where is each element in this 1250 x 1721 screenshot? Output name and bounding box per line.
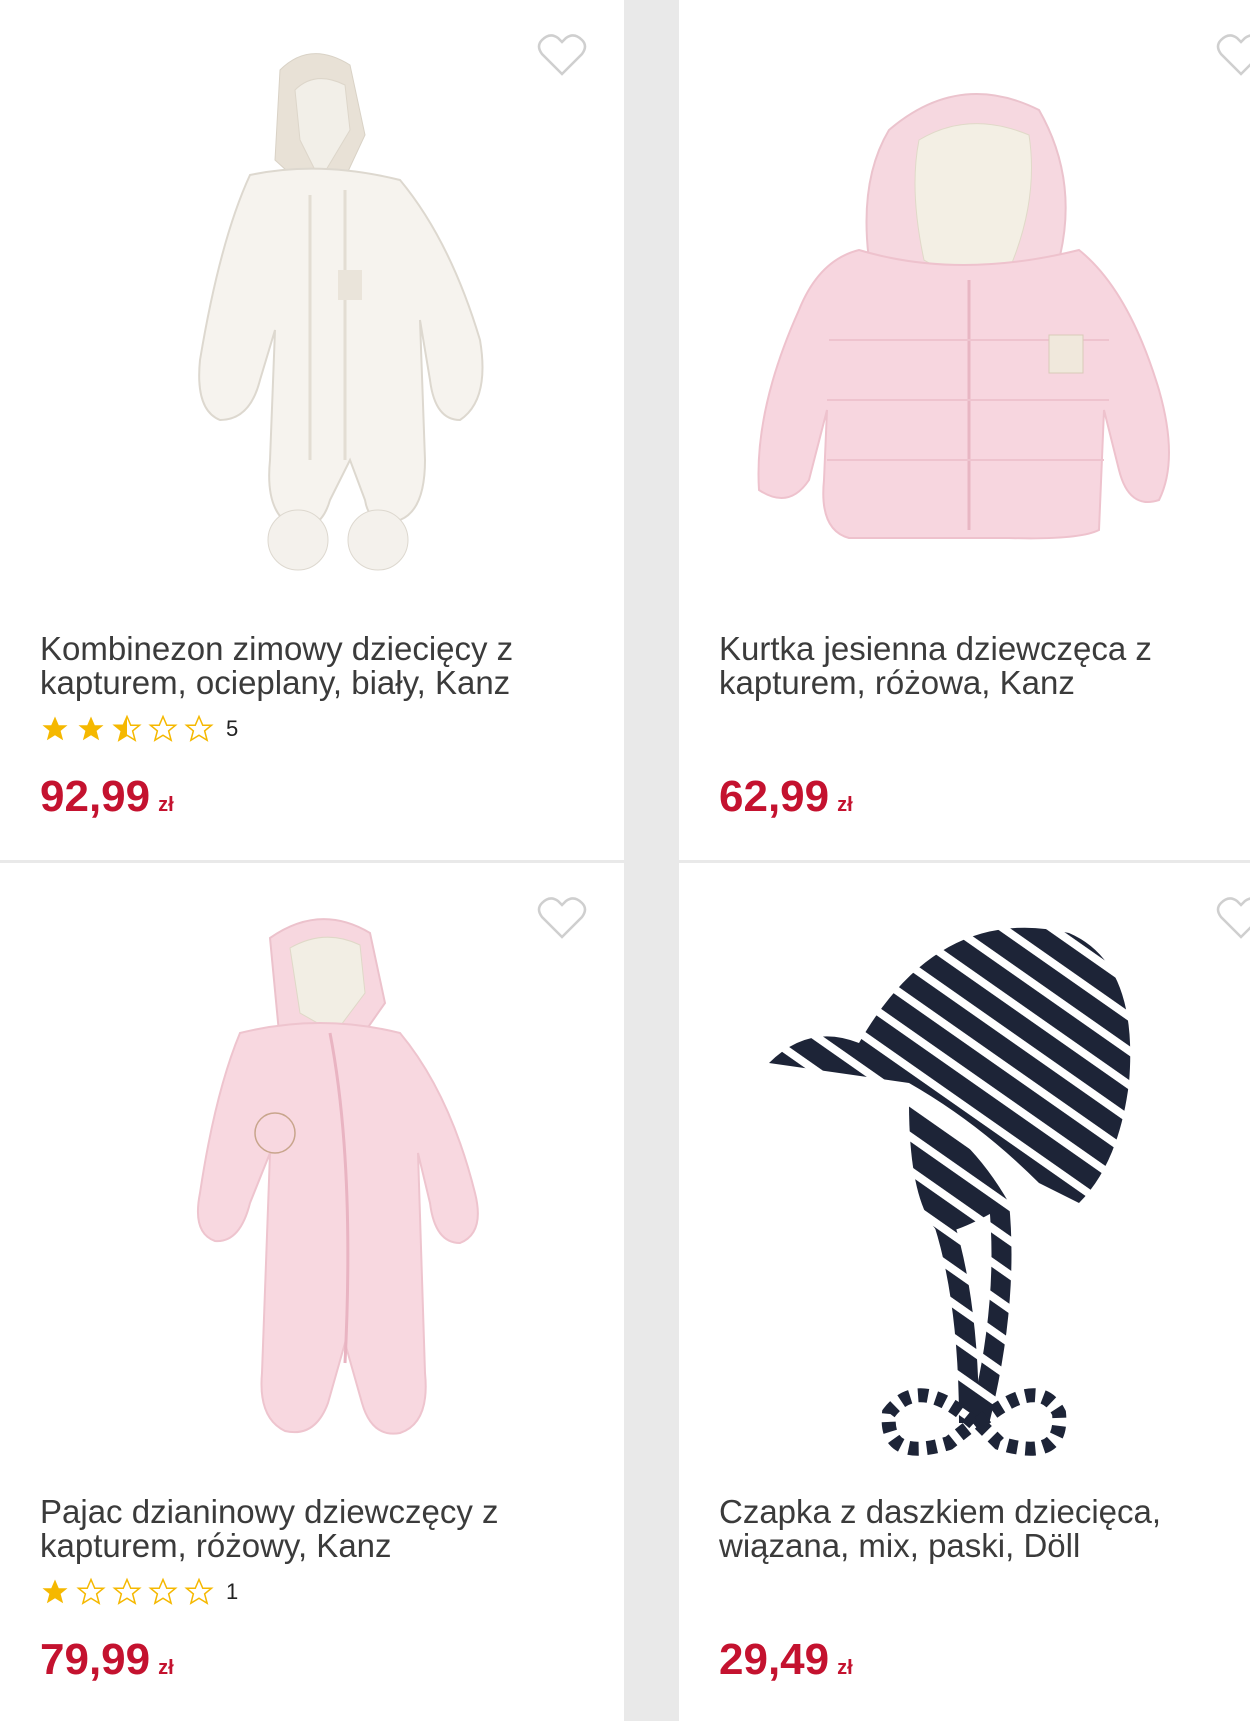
product-price: 92,99 zł — [40, 772, 174, 822]
price-amount: 29,49 — [719, 1635, 830, 1684]
striped-cap-image — [769, 927, 1131, 1456]
star-full-icon — [42, 716, 68, 741]
product-title[interactable]: Pajac dzianinowy dziewczęcy z kapturem, … — [40, 1495, 580, 1563]
pink-jacket-image — [757, 93, 1170, 540]
price-currency: zł — [158, 1657, 174, 1679]
product-price: 62,99 zł — [719, 772, 853, 822]
product-card[interactable]: Kurtka jesienna dziewczęca z kapturem, r… — [679, 0, 1250, 860]
price-currency: zł — [837, 794, 853, 816]
price-currency: zł — [837, 1657, 853, 1679]
star-full-icon — [78, 716, 104, 741]
product-image[interactable] — [699, 883, 1250, 1483]
product-card[interactable]: Pajac dzianinowy dziewczęcy z kapturem, … — [0, 863, 624, 1721]
price-amount: 79,99 — [40, 1635, 151, 1684]
heart-icon[interactable] — [1215, 32, 1250, 78]
rating-count: 5 — [226, 716, 239, 741]
product-title[interactable]: Kurtka jesienna dziewczęca z kapturem, r… — [719, 632, 1250, 700]
price-amount: 92,99 — [40, 772, 151, 821]
product-image[interactable] — [699, 20, 1250, 620]
star-empty-icon — [112, 1577, 142, 1605]
star-full-icon — [42, 1579, 68, 1604]
price-currency: zł — [158, 794, 174, 816]
star-empty-icon — [184, 714, 214, 742]
heart-icon[interactable] — [536, 32, 588, 78]
product-card[interactable]: Kombinezon zimowy dziecięcy z kapturem, … — [0, 0, 624, 860]
product-image[interactable] — [40, 883, 580, 1483]
white-snowsuit-image — [198, 53, 484, 571]
star-half-icon — [112, 714, 142, 742]
product-price: 29,49 zł — [719, 1635, 853, 1685]
product-card[interactable]: Czapka z daszkiem dziecięca, wiązana, mi… — [679, 863, 1250, 1721]
star-empty-icon — [148, 714, 178, 742]
star-empty-icon — [148, 1577, 178, 1605]
star-empty-icon — [76, 1577, 106, 1605]
heart-icon[interactable] — [1215, 895, 1250, 941]
pink-romper-image — [196, 918, 479, 1435]
heart-icon[interactable] — [536, 895, 588, 941]
product-title[interactable]: Czapka z daszkiem dziecięca, wiązana, mi… — [719, 1495, 1250, 1563]
price-amount: 62,99 — [719, 772, 830, 821]
rating-stars: 5 — [40, 714, 238, 744]
star-empty-icon — [184, 1577, 214, 1605]
rating-stars: 1 — [40, 1577, 238, 1607]
product-image[interactable] — [40, 20, 580, 620]
product-title[interactable]: Kombinezon zimowy dziecięcy z kapturem, … — [40, 632, 580, 700]
product-price: 79,99 zł — [40, 1635, 174, 1685]
rating-count: 1 — [226, 1579, 239, 1604]
